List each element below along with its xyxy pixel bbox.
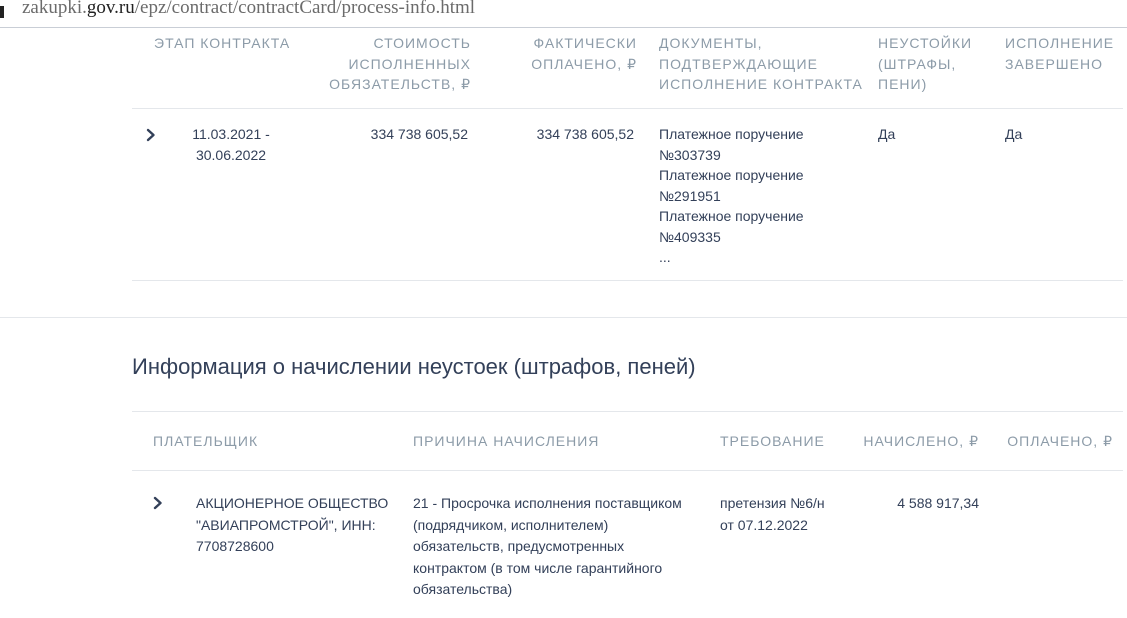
section-divider [0, 317, 1127, 318]
section-title: Информация о начислении неустоек (штрафо… [132, 354, 696, 379]
header-stage: ЭТАП КОНТРАКТА [154, 35, 291, 51]
table-row-divider [132, 280, 1123, 281]
document-number[interactable]: №291951 [659, 186, 859, 207]
address-bar[interactable]: zakupki.gov.ru/epz/contract/contractCard… [0, 0, 1127, 28]
header-completed: ИСПОЛНЕНИЕ ЗАВЕРШЕНО [1005, 35, 1115, 72]
header-demand: ТРЕБОВАНИЕ [720, 433, 825, 449]
table-header-divider [132, 108, 1123, 109]
row-documents[interactable]: Платежное поручение №303739 Платежное по… [659, 124, 859, 268]
document-link[interactable]: Платежное поручение [659, 165, 859, 186]
row-cost: 334 738 605,52 [370, 126, 468, 142]
row-payer: АКЦИОНЕРНОЕ ОБЩЕСТВО "АВИАПРОМСТРОЙ", ИН… [196, 495, 389, 554]
header-paid-amount: ОПЛАЧЕНО, ₽ [1007, 433, 1113, 449]
header-paid: ФАКТИЧЕСКИ ОПЛАЧЕНО, ₽ [531, 35, 637, 72]
document-link[interactable]: Платежное поручение [659, 206, 859, 227]
header-payer: ПЛАТЕЛЬЩИК [153, 433, 259, 449]
row-stage-dates: 11.03.2021 - 30.06.2022 [192, 126, 270, 163]
row-accrued: 4 588 917,34 [897, 495, 979, 511]
header-accrued: НАЧИСЛЕНО, ₽ [863, 433, 979, 449]
row-paid: 334 738 605,52 [536, 126, 634, 142]
document-number[interactable]: №409335 [659, 227, 859, 248]
more-documents[interactable]: ... [659, 247, 859, 268]
tab-edge-marker [0, 6, 4, 18]
row-completed: Да [1005, 126, 1023, 142]
row-penalties: Да [878, 126, 896, 142]
chevron-right-icon[interactable] [150, 495, 166, 511]
document-link[interactable]: Платежное поручение [659, 124, 859, 145]
row-demand: претензия №6/н от 07.12.2022 [720, 495, 825, 533]
table-top-divider [132, 411, 1123, 412]
row-reason: 21 - Просрочка исполнения поставщиком (п… [413, 495, 682, 597]
header-penalties: НЕУСТОЙКИ (ШТРАФЫ, ПЕНИ) [878, 35, 973, 92]
chevron-right-icon[interactable] [143, 127, 159, 143]
document-number[interactable]: №303739 [659, 145, 859, 166]
header-cost: СТОИМОСТЬ ИСПОЛНЕННЫХ ОБЯЗАТЕЛЬСТВ, ₽ [329, 35, 471, 92]
url-text[interactable]: zakupki.gov.ru/epz/contract/contractCard… [22, 0, 475, 19]
header-reason: ПРИЧИНА НАЧИСЛЕНИЯ [413, 433, 600, 449]
table-header-divider [132, 470, 1123, 471]
header-documents: ДОКУМЕНТЫ, ПОДТВЕРЖДАЮЩИЕ ИСПОЛНЕНИЕ КОН… [659, 35, 863, 92]
